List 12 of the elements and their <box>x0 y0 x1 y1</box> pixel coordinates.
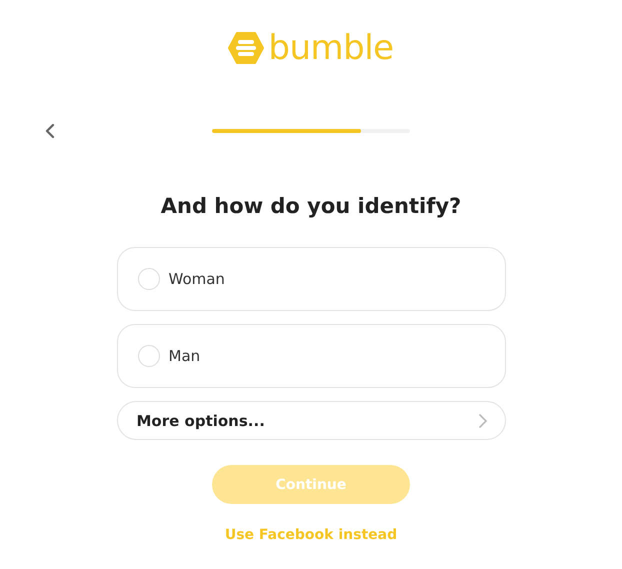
chevron-right-icon <box>478 414 486 428</box>
back-chevron-icon[interactable] <box>45 123 55 139</box>
radio-button[interactable] <box>138 345 160 367</box>
radio-button[interactable] <box>138 268 160 290</box>
option-label: Man <box>168 347 200 365</box>
more-options-button[interactable]: More options... <box>116 401 506 440</box>
gender-option[interactable]: Man <box>116 324 506 388</box>
question-title: And how do you identify? <box>160 193 462 219</box>
hexagon-logo-icon <box>228 32 264 64</box>
gender-option[interactable]: Woman <box>116 247 506 311</box>
option-label: Woman <box>168 270 225 288</box>
brand-wordmark: bumble <box>268 30 394 66</box>
